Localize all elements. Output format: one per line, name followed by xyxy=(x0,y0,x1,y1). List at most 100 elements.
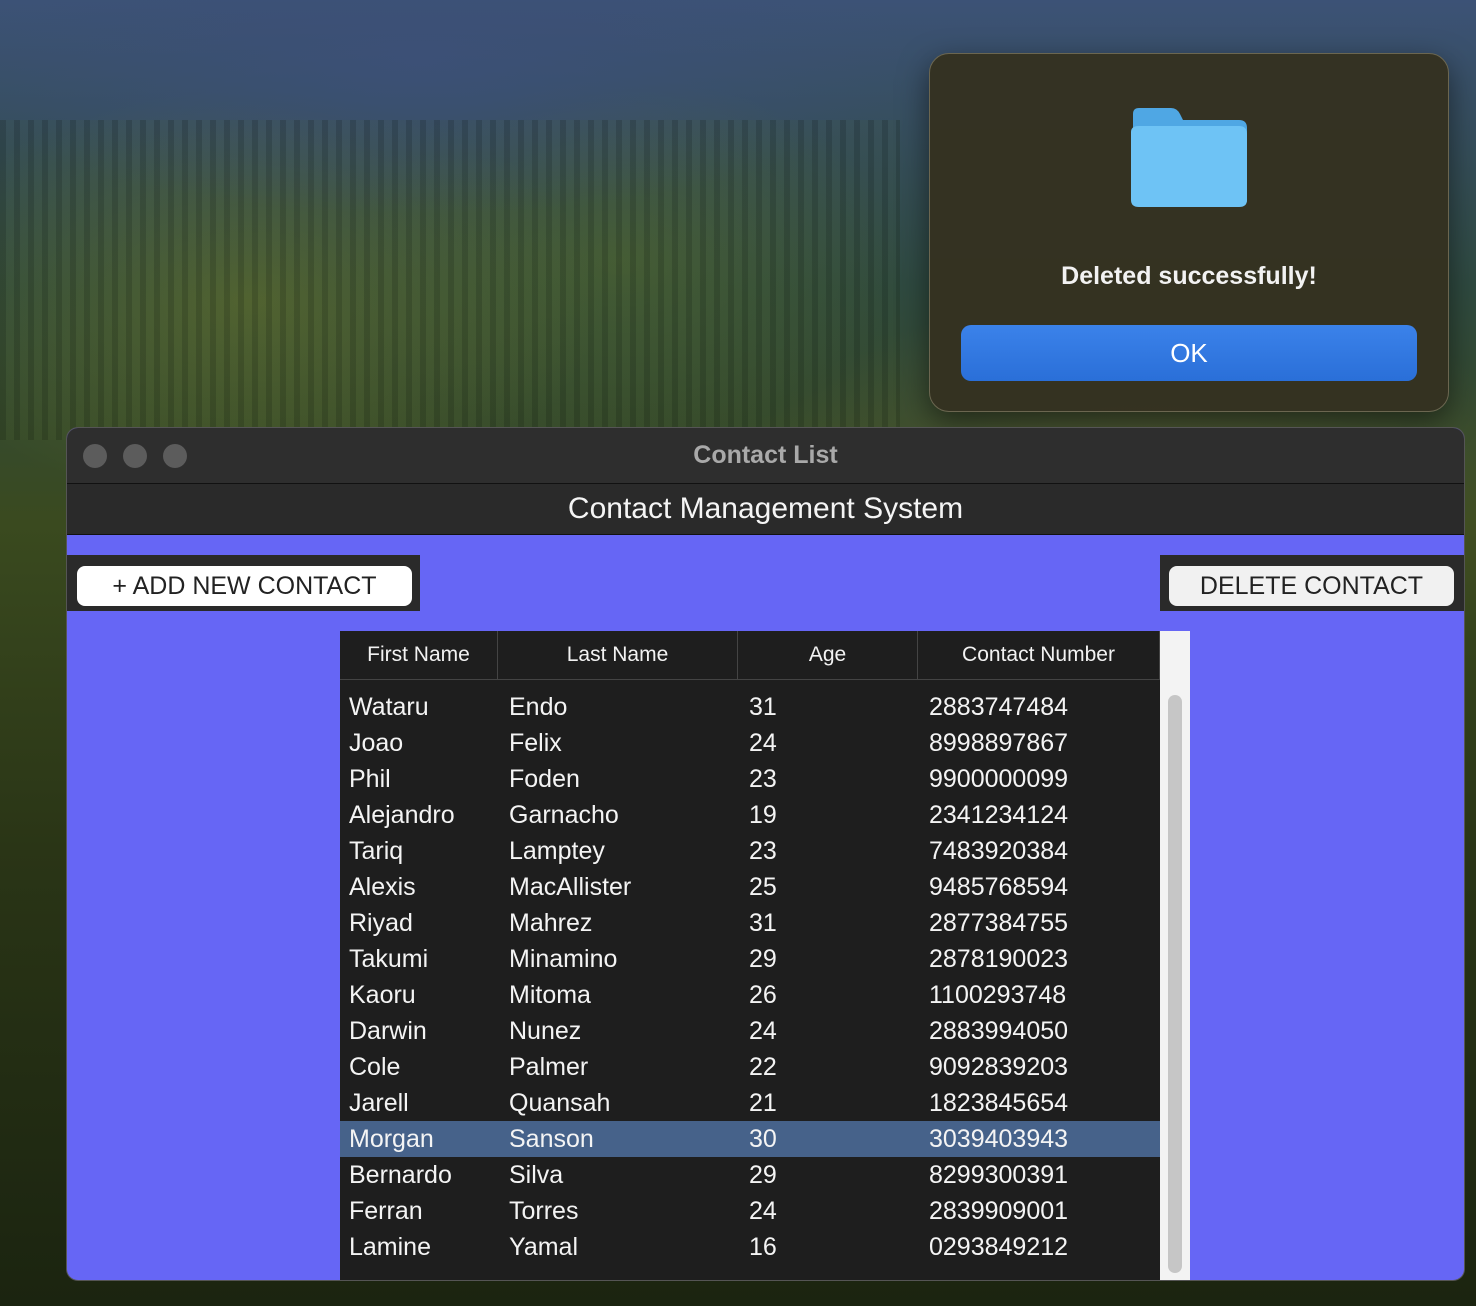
cell-age: 26 xyxy=(749,981,777,1009)
add-new-contact-button[interactable]: + ADD NEW CONTACT xyxy=(77,566,412,606)
cell-age: 24 xyxy=(749,1017,777,1045)
cell-last-name: Endo xyxy=(509,693,568,721)
alert-dialog: Deleted successfully! OK xyxy=(929,53,1449,412)
column-header-last-name[interactable]: Last Name xyxy=(498,631,738,679)
column-header-age[interactable]: Age xyxy=(738,631,918,679)
cell-contact-number: 2839909001 xyxy=(929,1197,1069,1225)
cell-age: 19 xyxy=(749,801,777,829)
cell-last-name: Minamino xyxy=(509,945,618,973)
cell-first-name: Bernardo xyxy=(349,1161,452,1189)
cell-last-name: Mitoma xyxy=(509,981,591,1009)
vertical-scrollbar[interactable] xyxy=(1160,631,1190,1280)
contact-list-window: Contact List Contact Management System +… xyxy=(66,427,1465,1281)
cell-first-name: Kaoru xyxy=(349,981,416,1009)
title-bar[interactable]: Contact List xyxy=(67,428,1464,484)
table-row[interactable]: Kaoru Mitoma 26 1100293748 xyxy=(340,977,1160,1013)
desktop-wallpaper xyxy=(0,120,900,440)
cell-contact-number: 2341234124 xyxy=(929,801,1069,829)
cell-first-name: Tariq xyxy=(349,837,404,865)
cell-last-name: Sanson xyxy=(509,1125,594,1153)
cell-contact-number: 8299300391 xyxy=(929,1161,1069,1189)
cell-contact-number: 7483920384 xyxy=(929,837,1069,865)
cell-first-name: Riyad xyxy=(349,909,413,937)
table-row[interactable]: Ferran Torres 24 2839909001 xyxy=(340,1193,1160,1229)
cell-contact-number: 3039403943 xyxy=(929,1125,1069,1153)
cell-last-name: Foden xyxy=(509,765,580,793)
column-header-first-name[interactable]: First Name xyxy=(340,631,498,679)
cell-first-name: Darwin xyxy=(349,1017,427,1045)
cell-last-name: Torres xyxy=(509,1197,579,1225)
table-row[interactable]: Joao Felix 24 8998897867 xyxy=(340,725,1160,761)
table-row[interactable]: Lamine Yamal 16 0293849212 xyxy=(340,1229,1160,1265)
cell-contact-number: 0293849212 xyxy=(929,1233,1069,1261)
table-row[interactable]: Tariq Lamptey 23 7483920384 xyxy=(340,833,1160,869)
cell-age: 24 xyxy=(749,729,777,757)
ok-button[interactable]: OK xyxy=(961,325,1417,381)
cell-last-name: Palmer xyxy=(509,1053,589,1081)
table-row[interactable]: Wataru Endo 31 2883747484 xyxy=(340,689,1160,725)
cell-age: 29 xyxy=(749,945,777,973)
window-title: Contact List xyxy=(693,441,838,469)
table-body: Wataru Endo 31 2883747484 Joao Felix 24 8998897… xyxy=(340,689,1160,1265)
cell-contact-number: 2883747484 xyxy=(929,693,1069,721)
delete-contact-button[interactable]: DELETE CONTACT xyxy=(1169,566,1454,606)
folder-icon xyxy=(1131,108,1247,207)
cell-last-name: Felix xyxy=(509,729,562,757)
column-header-contact-number[interactable]: Contact Number xyxy=(918,631,1160,679)
cell-contact-number: 2877384755 xyxy=(929,909,1069,937)
cell-contact-number: 1100293748 xyxy=(929,981,1067,1009)
alert-message: Deleted successfully! xyxy=(1061,262,1317,290)
cell-first-name: Takumi xyxy=(349,945,429,973)
cell-contact-number: 9900000099 xyxy=(929,765,1069,793)
cell-first-name: Morgan xyxy=(349,1125,434,1153)
add-button-frame: + ADD NEW CONTACT xyxy=(67,555,420,611)
cell-age: 22 xyxy=(749,1053,777,1081)
cell-contact-number: 9092839203 xyxy=(929,1053,1069,1081)
table-row[interactable]: Bernardo Silva 29 8299300391 xyxy=(340,1157,1160,1193)
table-row[interactable]: Jarell Quansah 21 1823845654 xyxy=(340,1085,1160,1121)
table-row[interactable]: Riyad Mahrez 31 2877384755 xyxy=(340,905,1160,941)
cell-contact-number: 2883994050 xyxy=(929,1017,1069,1045)
table-row[interactable]: Cole Palmer 22 9092839203 xyxy=(340,1049,1160,1085)
cell-first-name: Wataru xyxy=(349,693,429,721)
cell-first-name: Jarell xyxy=(349,1089,409,1117)
cell-age: 31 xyxy=(749,693,777,721)
cell-first-name: Alexis xyxy=(349,873,416,901)
delete-button-frame: DELETE CONTACT xyxy=(1160,555,1464,611)
cell-age: 29 xyxy=(749,1161,777,1189)
cell-contact-number: 9485768594 xyxy=(929,873,1069,901)
app-title: Contact Management System xyxy=(567,492,964,525)
table-row[interactable]: Takumi Minamino 29 2878190023 xyxy=(340,941,1160,977)
table-row[interactable]: Darwin Nunez 24 2883994050 xyxy=(340,1013,1160,1049)
table-row[interactable]: Alexis MacAllister 25 9485768594 xyxy=(340,869,1160,905)
cell-age: 16 xyxy=(749,1233,777,1261)
cell-first-name: Cole xyxy=(349,1053,401,1081)
table-row[interactable]: Phil Foden 23 9900000099 xyxy=(340,761,1160,797)
cell-age: 25 xyxy=(749,873,777,901)
cell-last-name: Garnacho xyxy=(509,801,619,829)
table-header: First Name Last Name Age Contact Number xyxy=(340,631,1160,680)
cell-last-name: MacAllister xyxy=(509,873,632,901)
cell-first-name: Joao xyxy=(349,729,404,757)
cell-age: 23 xyxy=(749,837,777,865)
cell-age: 23 xyxy=(749,765,777,793)
cell-contact-number: 2878190023 xyxy=(929,945,1069,973)
cell-age: 21 xyxy=(749,1089,777,1117)
cell-last-name: Quansah xyxy=(509,1089,611,1117)
app-header: Contact Management System xyxy=(67,484,1464,535)
cell-first-name: Lamine xyxy=(349,1233,431,1261)
cell-contact-number: 8998897867 xyxy=(929,729,1069,757)
cell-last-name: Silva xyxy=(509,1161,564,1189)
cell-first-name: Phil xyxy=(349,765,391,793)
scrollbar-thumb[interactable] xyxy=(1168,695,1182,1273)
cell-contact-number: 1823845654 xyxy=(929,1089,1069,1117)
cell-age: 24 xyxy=(749,1197,777,1225)
cell-last-name: Nunez xyxy=(509,1017,582,1045)
cell-first-name: Alejandro xyxy=(349,801,455,829)
contacts-table[interactable]: First Name Last Name Age Contact Number … xyxy=(340,631,1190,1280)
table-row[interactable]: Alejandro Garnacho 19 2341234124 xyxy=(340,797,1160,833)
table-row[interactable]: Morgan Sanson 30 3039403943 xyxy=(340,1121,1160,1157)
cell-last-name: Mahrez xyxy=(509,909,593,937)
cell-age: 31 xyxy=(749,909,777,937)
cell-first-name: Ferran xyxy=(349,1197,423,1225)
